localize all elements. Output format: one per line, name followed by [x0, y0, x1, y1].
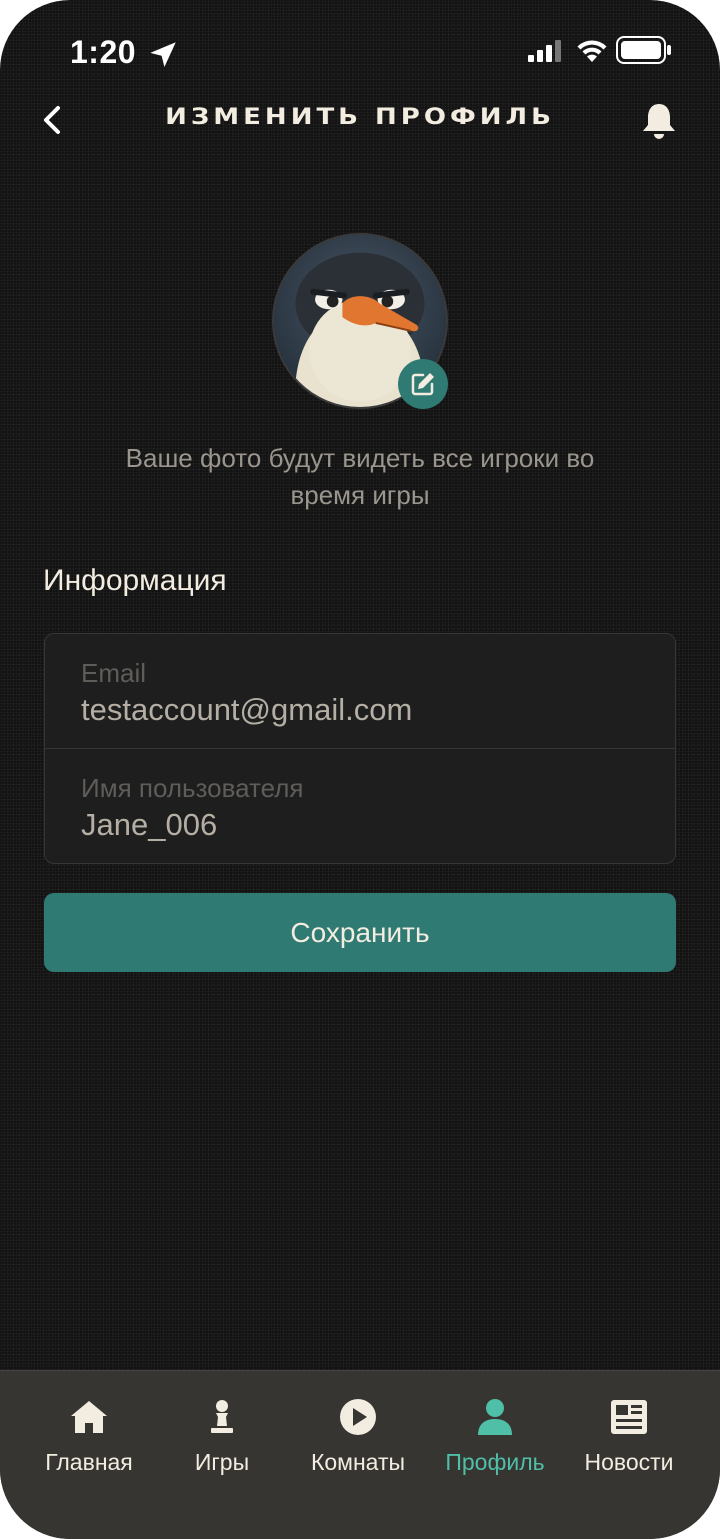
home-icon [71, 1401, 107, 1433]
nav-label-home: Главная [45, 1449, 133, 1475]
location-arrow-icon [150, 42, 176, 68]
signal-icon [528, 40, 561, 62]
battery-icon [616, 36, 671, 64]
nav-item-profile[interactable]: Профиль [425, 1397, 565, 1487]
info-fields-card: Email testaccount@gmail.com Имя пользова… [44, 633, 676, 864]
wifi-icon [577, 40, 607, 62]
nav-item-games[interactable]: Игры [152, 1397, 292, 1487]
bottom-nav: Главная Игры Комнаты Профиль Новости [0, 1370, 720, 1539]
username-label: Имя пользователя [81, 773, 304, 803]
play-circle-icon [340, 1399, 376, 1435]
avatar-edit-button[interactable] [398, 359, 448, 409]
edit-icon [411, 373, 434, 396]
nav-item-home[interactable]: Главная [19, 1397, 159, 1487]
phone-screen: 1:20 ИЗМЕНИТЬ ПРОФИЛЬ Ваше фото будут ви… [0, 0, 720, 1539]
user-icon [478, 1399, 512, 1435]
newspaper-icon [611, 1400, 647, 1434]
email-value[interactable]: testaccount@gmail.com [81, 692, 412, 728]
username-value[interactable]: Jane_006 [81, 807, 217, 843]
nav-item-rooms[interactable]: Комнаты [288, 1397, 428, 1487]
header: ИЗМЕНИТЬ ПРОФИЛЬ [0, 90, 720, 150]
status-bar: 1:20 [0, 0, 720, 100]
nav-label-profile: Профиль [445, 1449, 545, 1475]
email-label: Email [81, 658, 147, 688]
chess-pawn-icon [211, 1400, 233, 1433]
username-field[interactable]: Имя пользователя Jane_006 [45, 749, 675, 863]
bell-icon[interactable] [638, 100, 680, 142]
photo-hint: Ваше фото будут видеть все игроки во вре… [125, 443, 595, 510]
nav-label-rooms: Комнаты [310, 1449, 406, 1475]
nav-label-news: Новости [584, 1449, 674, 1475]
status-time: 1:20 [70, 34, 137, 70]
section-title: Информация [43, 564, 227, 597]
email-field[interactable]: Email testaccount@gmail.com [45, 634, 675, 748]
nav-item-news[interactable]: Новости [559, 1397, 699, 1487]
nav-label-games: Игры [194, 1449, 250, 1475]
save-button[interactable]: Сохранить [44, 893, 676, 972]
page-title: ИЗМЕНИТЬ ПРОФИЛЬ [165, 104, 555, 130]
back-button[interactable] [34, 100, 74, 140]
